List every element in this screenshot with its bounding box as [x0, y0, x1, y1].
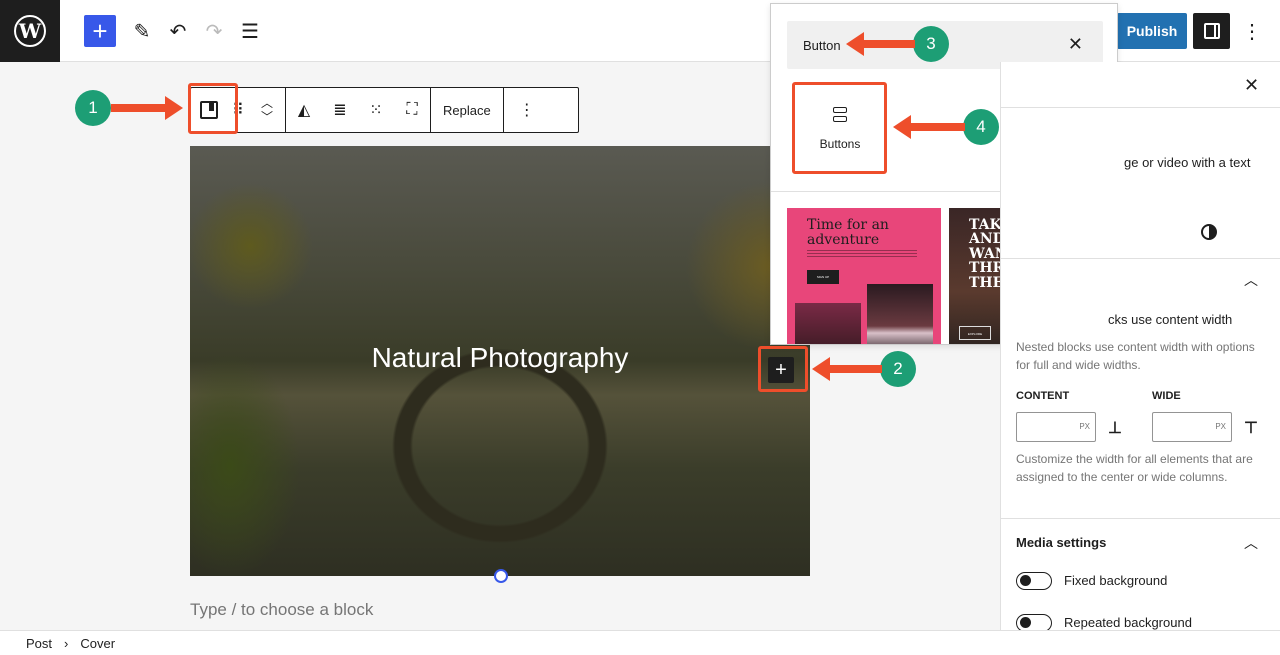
annotation-badge-2: 2 — [880, 351, 916, 387]
justify-center-icon: ⊥ — [1108, 420, 1122, 437]
content-position-button[interactable]: ⁙ — [358, 88, 394, 132]
width-help-text: Customize the width for all elements tha… — [1016, 452, 1253, 484]
contrast-triangle-icon: ◭ — [297, 102, 311, 119]
wide-width-label: WIDE — [1152, 390, 1181, 402]
highlight-buttons-block — [792, 82, 887, 174]
publish-button[interactable]: Publish — [1117, 13, 1187, 49]
highlight-add-button — [758, 346, 808, 392]
stretch-wide-icon: ⊤ — [1244, 420, 1258, 437]
move-block-buttons[interactable]: ︿ ﹀ — [249, 88, 285, 132]
annotation-badge-1: 1 — [75, 90, 111, 126]
align-button[interactable]: ≣ — [322, 88, 358, 132]
block-options-button[interactable]: ⋮ — [504, 88, 550, 132]
annotation-badge-3: 3 — [913, 26, 949, 62]
annotation-arrow — [862, 40, 915, 48]
chevron-down-icon[interactable]: ﹀ — [261, 110, 273, 124]
pattern-image — [867, 284, 933, 344]
divider — [1000, 518, 1280, 519]
pattern-body-text — [807, 250, 917, 258]
close-icon[interactable]: ✕ — [1244, 75, 1259, 96]
divider — [1000, 258, 1280, 259]
pencil-icon: ✎ — [133, 20, 151, 43]
close-icon[interactable]: ✕ — [1068, 34, 1083, 55]
undo-icon: ↶ — [169, 20, 187, 43]
annotation-arrow — [910, 123, 965, 131]
breadcrumb-item-cover[interactable]: Cover — [80, 636, 115, 651]
highlight-block-switcher — [188, 83, 238, 134]
styles-tab-icon[interactable] — [1201, 224, 1217, 240]
annotation-arrow-head — [812, 357, 830, 381]
content-width-input[interactable]: PX — [1016, 412, 1096, 442]
pattern-button: EXPLORE — [959, 326, 991, 340]
plus-icon: + — [92, 16, 108, 46]
block-inserter-toggle[interactable]: + — [84, 15, 116, 47]
overlay-color-button[interactable]: ◭ — [286, 88, 322, 132]
annotation-arrow-head — [893, 115, 911, 139]
pattern-image — [795, 303, 861, 344]
position-grid-icon: ⁙ — [369, 102, 383, 119]
default-block-appender[interactable]: Type / to choose a block — [190, 600, 373, 620]
media-settings-heading[interactable]: Media settings — [1016, 535, 1106, 550]
wide-width-input[interactable]: PX — [1152, 412, 1232, 442]
unit-label[interactable]: PX — [1215, 422, 1226, 431]
options-menu-button[interactable]: ⋮ — [1240, 15, 1264, 47]
chevron-right-icon: › — [64, 635, 69, 651]
pattern-button: SIGN UP — [807, 270, 839, 284]
align-center-icon: ≣ — [333, 102, 347, 119]
layout-toggle-label: cks use content width — [1108, 312, 1233, 327]
breadcrumb-item-post[interactable]: Post — [26, 636, 52, 651]
undo-button[interactable]: ↶ — [162, 15, 194, 47]
chevron-up-icon[interactable]: ︿ — [261, 96, 273, 110]
block-toolbar: ⠿ ︿ ﹀ ◭ ≣ ⁙ ⛶ Replace ⋮ — [190, 87, 579, 133]
chevron-up-icon[interactable]: ︿ — [1244, 270, 1258, 290]
fullscreen-icon: ⛶ — [406, 101, 418, 118]
annotation-arrow-head — [846, 32, 864, 56]
unit-label[interactable]: PX — [1079, 422, 1090, 431]
list-view-icon: ☰ — [241, 20, 259, 43]
replace-button[interactable]: Replace — [431, 88, 503, 132]
redo-button[interactable]: ↷ — [198, 15, 230, 47]
wordpress-icon: W — [14, 15, 46, 47]
more-vertical-icon: ⋮ — [1242, 20, 1262, 43]
layout-help-text: Nested blocks use content width with opt… — [1016, 340, 1255, 372]
block-description: ge or video with a text — [1124, 155, 1251, 170]
fixed-background-toggle[interactable] — [1016, 572, 1052, 590]
content-width-label: CONTENT — [1016, 390, 1070, 402]
pattern-title: Time for an adventure — [807, 217, 889, 248]
more-vertical-icon: ⋮ — [518, 102, 535, 119]
wordpress-logo[interactable]: W — [0, 0, 60, 62]
annotation-badge-4: 4 — [963, 109, 999, 145]
full-height-button[interactable]: ⛶ — [394, 88, 430, 132]
fixed-background-label: Fixed background — [1064, 573, 1168, 588]
block-breadcrumb: Post › Cover — [0, 630, 1280, 655]
sidebar-icon — [1203, 23, 1220, 39]
repeated-background-label: Repeated background — [1064, 615, 1192, 630]
settings-toggle-button[interactable] — [1193, 13, 1230, 49]
cover-resize-handle[interactable] — [494, 569, 508, 583]
redo-icon: ↷ — [205, 20, 223, 43]
pattern-preview-adventure[interactable]: Time for an adventure SIGN UP — [787, 208, 941, 344]
tools-button[interactable]: ✎ — [126, 15, 158, 47]
cover-title[interactable]: Natural Photography — [190, 342, 810, 374]
cover-block[interactable]: Natural Photography — [190, 146, 810, 576]
divider — [1000, 107, 1280, 108]
document-overview-button[interactable]: ☰ — [234, 15, 266, 47]
annotation-arrow — [111, 104, 167, 112]
annotation-arrow — [828, 365, 882, 373]
chevron-up-icon[interactable]: ︿ — [1244, 533, 1258, 553]
annotation-arrow-head — [165, 96, 183, 120]
